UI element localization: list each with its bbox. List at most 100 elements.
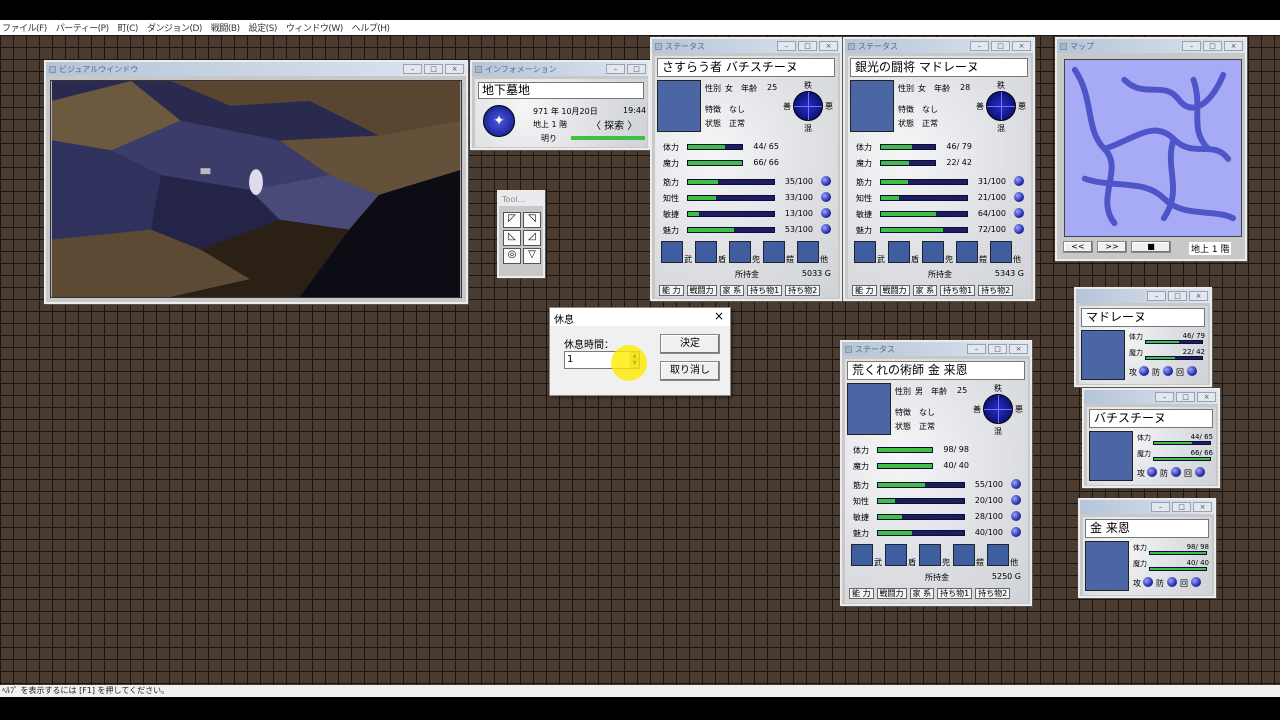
menu-help[interactable]: ヘルプ(H) xyxy=(352,21,390,34)
tab-lineage[interactable]: 家 系 xyxy=(909,588,935,599)
close-button[interactable]: × xyxy=(1224,41,1243,51)
tab-combat[interactable]: 戦闘力 xyxy=(879,285,910,296)
weapon-slot-icon[interactable] xyxy=(661,241,683,263)
menu-party[interactable]: パーティー(P) xyxy=(56,21,109,34)
menu-battle[interactable]: 戦闘(B) xyxy=(211,21,240,34)
maximize-button[interactable]: □ xyxy=(991,41,1010,51)
map-window-titlebar[interactable]: マップ – □ × xyxy=(1057,39,1245,53)
map-stop-button[interactable]: ■ xyxy=(1131,241,1171,253)
minimize-button[interactable]: – xyxy=(606,64,625,74)
armor-slot-icon[interactable] xyxy=(953,544,975,566)
menu-settings[interactable]: 設定(S) xyxy=(249,21,278,34)
ok-button[interactable]: 決定 xyxy=(660,334,720,354)
minimize-button[interactable]: – xyxy=(1182,41,1201,51)
int-orb-icon[interactable] xyxy=(1011,495,1021,505)
attack-orb-icon[interactable] xyxy=(1139,366,1149,376)
tool-button-4[interactable]: ◿ xyxy=(523,230,541,246)
minimize-button[interactable]: – xyxy=(1155,392,1174,402)
recover-orb-icon[interactable] xyxy=(1187,366,1197,376)
minimize-button[interactable]: – xyxy=(1151,502,1170,512)
mini-window-titlebar[interactable]: – □ × xyxy=(1076,289,1210,303)
cha-orb-icon[interactable] xyxy=(1011,527,1021,537)
tool-button-2[interactable]: ◹ xyxy=(523,212,541,228)
close-button[interactable]: × xyxy=(1193,502,1212,512)
menu-dungeon[interactable]: ダンジョン(D) xyxy=(147,21,202,34)
shield-slot-icon[interactable] xyxy=(695,241,717,263)
cancel-button[interactable]: 取り消し xyxy=(660,361,720,381)
close-button[interactable]: × xyxy=(1197,392,1216,402)
shield-slot-icon[interactable] xyxy=(885,544,907,566)
other-slot-icon[interactable] xyxy=(797,241,819,263)
defense-orb-icon[interactable] xyxy=(1163,366,1173,376)
close-button[interactable]: × xyxy=(1189,291,1208,301)
tab-combat[interactable]: 戦闘力 xyxy=(686,285,717,296)
maximize-button[interactable]: □ xyxy=(1168,291,1187,301)
tab-lineage[interactable]: 家 系 xyxy=(912,285,938,296)
tab-items-2[interactable]: 持ち物2 xyxy=(978,285,1014,296)
maximize-button[interactable]: □ xyxy=(798,41,817,51)
maximize-button[interactable]: □ xyxy=(1172,502,1191,512)
attack-orb-icon[interactable] xyxy=(1143,577,1153,587)
close-button[interactable]: × xyxy=(445,64,464,74)
tool-button-5[interactable]: ◎ xyxy=(503,248,521,264)
maximize-button[interactable]: □ xyxy=(988,344,1007,354)
armor-slot-icon[interactable] xyxy=(763,241,785,263)
tab-ability[interactable]: 能 力 xyxy=(852,285,877,296)
tab-lineage[interactable]: 家 系 xyxy=(719,285,745,296)
status-window-titlebar[interactable]: ステータス – □ × xyxy=(842,342,1030,356)
menu-town[interactable]: 町(C) xyxy=(118,21,139,34)
int-orb-icon[interactable] xyxy=(1014,192,1024,202)
tab-items-2[interactable]: 持ち物2 xyxy=(785,285,821,296)
minimize-button[interactable]: – xyxy=(777,41,796,51)
agi-orb-icon[interactable] xyxy=(1014,208,1024,218)
recover-orb-icon[interactable] xyxy=(1191,577,1201,587)
minimize-button[interactable]: – xyxy=(970,41,989,51)
defense-orb-icon[interactable] xyxy=(1167,577,1177,587)
menu-file[interactable]: ファイル(F) xyxy=(2,21,47,34)
maximize-button[interactable]: □ xyxy=(627,64,646,74)
tool-button-1[interactable]: ◸ xyxy=(503,212,521,228)
other-slot-icon[interactable] xyxy=(987,544,1009,566)
map-next-button[interactable]: >> xyxy=(1097,241,1127,253)
close-button[interactable]: × xyxy=(1012,41,1031,51)
helmet-slot-icon[interactable] xyxy=(919,544,941,566)
agi-orb-icon[interactable] xyxy=(1011,511,1021,521)
close-button[interactable]: × xyxy=(1009,344,1028,354)
menu-window[interactable]: ウィンドウ(W) xyxy=(286,21,343,34)
weapon-slot-icon[interactable] xyxy=(851,544,873,566)
minimize-button[interactable]: – xyxy=(403,64,422,74)
maximize-button[interactable]: □ xyxy=(424,64,443,74)
recover-orb-icon[interactable] xyxy=(1195,467,1205,477)
dungeon-map[interactable] xyxy=(1064,59,1242,237)
close-button[interactable]: × xyxy=(819,41,838,51)
tool-button-6[interactable]: ▽ xyxy=(523,248,541,264)
tool-button-3[interactable]: ◺ xyxy=(503,230,521,246)
status-window-titlebar[interactable]: ステータス – □ × xyxy=(845,39,1033,53)
attack-orb-icon[interactable] xyxy=(1147,467,1157,477)
tab-items-1[interactable]: 持ち物1 xyxy=(937,588,973,599)
visual-window-titlebar[interactable]: ビジュアルウインドウ – □ × xyxy=(46,62,466,76)
tab-items-1[interactable]: 持ち物1 xyxy=(747,285,783,296)
defense-orb-icon[interactable] xyxy=(1171,467,1181,477)
maximize-button[interactable]: □ xyxy=(1176,392,1195,402)
shield-slot-icon[interactable] xyxy=(888,241,910,263)
tab-ability[interactable]: 能 力 xyxy=(849,588,874,599)
armor-slot-icon[interactable] xyxy=(956,241,978,263)
weapon-slot-icon[interactable] xyxy=(854,241,876,263)
tool-window-titlebar[interactable]: Tool... xyxy=(499,192,543,206)
info-window-titlebar[interactable]: インフォメーション – □ xyxy=(472,62,648,76)
tab-combat[interactable]: 戦闘力 xyxy=(876,588,907,599)
dungeon-view[interactable] xyxy=(50,80,462,298)
int-orb-icon[interactable] xyxy=(821,192,831,202)
cha-orb-icon[interactable] xyxy=(821,224,831,234)
helmet-slot-icon[interactable] xyxy=(922,241,944,263)
tab-items-2[interactable]: 持ち物2 xyxy=(975,588,1011,599)
mini-window-titlebar[interactable]: – □ × xyxy=(1084,390,1218,404)
minimize-button[interactable]: – xyxy=(1147,291,1166,301)
str-orb-icon[interactable] xyxy=(821,176,831,186)
rest-dialog-titlebar[interactable]: 休息 × xyxy=(550,308,730,326)
str-orb-icon[interactable] xyxy=(1011,479,1021,489)
map-prev-button[interactable]: << xyxy=(1063,241,1093,253)
close-icon[interactable]: × xyxy=(714,309,724,323)
helmet-slot-icon[interactable] xyxy=(729,241,751,263)
